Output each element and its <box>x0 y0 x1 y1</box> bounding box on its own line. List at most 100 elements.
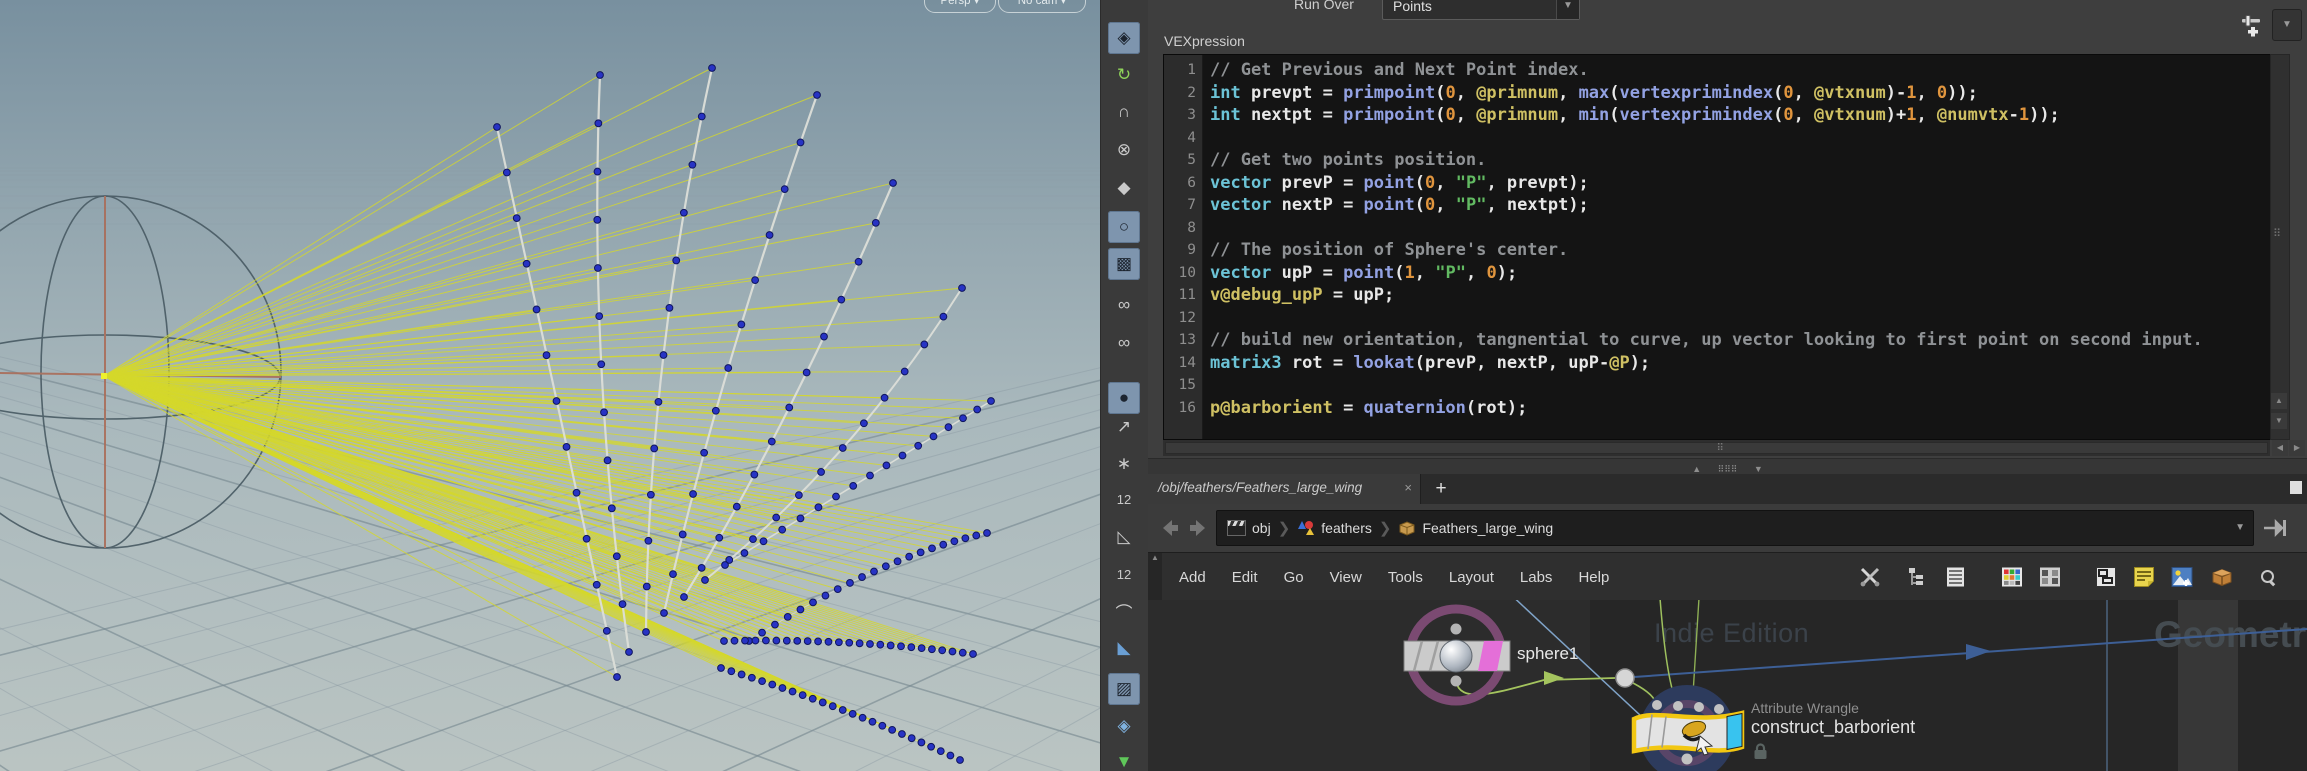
code-line[interactable]: 5// Get two points position. <box>1164 149 2271 172</box>
view-layout-icon[interactable]: ◈ <box>1108 22 1140 54</box>
no-lights-icon[interactable]: ⊗ <box>1108 134 1140 166</box>
code-line[interactable]: 6vector prevP = point(0, "P", prevpt); <box>1164 172 2271 195</box>
sphere1-node-label[interactable]: sphere1 <box>1517 644 1578 664</box>
point-markers-icon[interactable]: ∗ <box>1108 448 1140 480</box>
code-line[interactable]: 12 <box>1164 307 2271 330</box>
point-normals-icon[interactable]: ↗ <box>1108 411 1140 443</box>
code-line[interactable]: 15 <box>1164 374 2271 397</box>
stereo-review-icon[interactable]: ∞ <box>1108 327 1140 359</box>
palette-icon[interactable] <box>2000 566 2024 588</box>
code-line[interactable]: 11v@debug_upP = upP; <box>1164 284 2271 307</box>
forward-button[interactable] <box>1186 516 1210 540</box>
headlight-icon[interactable]: ◆ <box>1108 172 1140 204</box>
code-line[interactable]: 8 <box>1164 217 2271 240</box>
network-path-tab[interactable]: /obj/feathers/Feathers_large_wing × <box>1148 474 1421 504</box>
scroll-right-button[interactable]: ▶ <box>2289 440 2305 456</box>
code-line[interactable]: 16p@barborient = quaternion(rot); <box>1164 397 2271 420</box>
code-line[interactable]: 13// build new orientation, tangnential … <box>1164 329 2271 352</box>
divider-up-icon[interactable]: ▲ <box>1692 464 1701 474</box>
chevron-down-icon[interactable]: ▼ <box>1556 0 1579 19</box>
menu-item-labs[interactable]: Labs <box>1507 569 1566 586</box>
sticky-note-icon[interactable] <box>2132 566 2156 588</box>
code-vertical-scrollbar[interactable]: ⠿ ▲ ▼ <box>2270 54 2290 440</box>
menu-item-edit[interactable]: Edit <box>1219 569 1271 586</box>
back-button[interactable] <box>1158 516 1182 540</box>
prim-numbers-icon[interactable]: 12 <box>1108 558 1140 590</box>
menu-item-add[interactable]: Add <box>1166 569 1219 586</box>
node-input-dot[interactable] <box>1451 624 1462 635</box>
hull-display-icon[interactable]: ⌒ <box>1108 595 1140 627</box>
search-icon[interactable] <box>2260 569 2284 591</box>
node-input-dot[interactable] <box>1694 702 1704 712</box>
menu-item-help[interactable]: Help <box>1565 569 1622 586</box>
code-line[interactable]: 9// The position of Sphere's center. <box>1164 239 2271 262</box>
vexpression-code-editor[interactable]: 1// Get Previous and Next Point index.2i… <box>1163 54 2272 440</box>
point-numbers-icon[interactable]: 12 <box>1108 483 1140 515</box>
breadcrumb-field[interactable]: obj❯feathers❯Feathers_large_wing ▼ <box>1216 510 2254 546</box>
tree-view-icon[interactable] <box>1906 566 1930 588</box>
code-line[interactable]: 10vector upP = point(1, "P", 0); <box>1164 262 2271 285</box>
new-tab-button[interactable]: + <box>1430 478 1452 500</box>
tools-icon[interactable] <box>1858 566 1882 588</box>
scroll-up-button[interactable]: ▲ <box>2271 393 2287 409</box>
shade-mode-icon[interactable]: ▩ <box>1108 248 1140 280</box>
divider-grip-icon[interactable]: ⠿⠿⠿ <box>1718 464 1738 474</box>
run-over-select[interactable]: Points ▼ <box>1382 0 1580 20</box>
code-line[interactable]: 2int prevpt = primpoint(0, @primnum, max… <box>1164 82 2271 105</box>
menu-item-go[interactable]: Go <box>1271 569 1317 586</box>
code-line[interactable]: 3int nextpt = primpoint(0, @primnum, min… <box>1164 104 2271 127</box>
node-output-dot[interactable] <box>1451 676 1462 687</box>
snap-transform-icon[interactable]: ↻ <box>1108 59 1140 91</box>
point-display-icon[interactable]: ● <box>1108 382 1140 414</box>
menu-item-view[interactable]: View <box>1317 569 1375 586</box>
scene-viewport[interactable]: Persp ▾ No cam ▾ <box>0 0 1100 771</box>
node-sphere1[interactable] <box>1404 609 1510 701</box>
list-view-icon[interactable] <box>1944 566 1968 588</box>
template-display-icon[interactable]: ▨ <box>1108 673 1140 705</box>
menu-item-tools[interactable]: Tools <box>1375 569 1436 586</box>
uv-overlay-icon[interactable]: ◈ <box>1108 710 1140 742</box>
camera-select-button[interactable]: No cam ▾ <box>998 0 1086 13</box>
node-input-dot[interactable] <box>1673 701 1683 711</box>
menu-item-layout[interactable]: Layout <box>1436 569 1507 586</box>
persp-view-button[interactable]: Persp ▾ <box>924 0 996 13</box>
wrangle-node-label[interactable]: construct_barborient <box>1751 717 1915 738</box>
hscroll-thumb[interactable]: ⠿ <box>1165 442 2268 454</box>
lock-camera-icon[interactable]: ∩ <box>1108 96 1140 128</box>
pin-path-icon[interactable] <box>2262 516 2288 540</box>
prim-normals-icon[interactable]: ◺ <box>1108 521 1140 553</box>
path-dropdown-icon[interactable]: ▼ <box>2235 522 2245 533</box>
bundle-box-icon[interactable] <box>2210 566 2234 588</box>
dependency-icon[interactable] <box>2038 566 2062 588</box>
collapse-menu-icon[interactable]: ▲ <box>1148 553 1162 601</box>
breadcrumb-item-Feathers_large_wing[interactable]: Feathers_large_wing <box>1398 511 1553 545</box>
prim-hull-icon[interactable]: ◣ <box>1108 632 1140 664</box>
code-horizontal-scrollbar[interactable]: ⠿ <box>1163 440 2270 456</box>
normal-lights-icon[interactable]: ○ <box>1108 211 1140 243</box>
network-editor[interactable]: Indie Edition Geometry <box>1148 600 2307 771</box>
code-line[interactable]: 7vector nextP = point(0, "P", nextpt); <box>1164 194 2271 217</box>
wire-green-top2[interactable] <box>1693 600 1699 694</box>
scroll-left-button[interactable]: ◀ <box>2272 440 2288 456</box>
breadcrumb-item-feathers[interactable]: feathers❯ <box>1297 511 1398 545</box>
vexpression-menu-button[interactable]: ▼ <box>2272 9 2302 41</box>
code-line[interactable]: 1// Get Previous and Next Point index. <box>1164 59 2271 82</box>
add-spare-parameters-icon[interactable] <box>2240 12 2266 38</box>
divider-down-icon[interactable]: ▼ <box>1754 464 1763 474</box>
stereo-glasses-icon[interactable]: ∞ <box>1108 289 1140 321</box>
breadcrumb-item-obj[interactable]: obj❯ <box>1227 511 1297 545</box>
network-dot-node[interactable] <box>1616 669 1634 687</box>
display-options-icon[interactable] <box>2094 566 2118 588</box>
background-image-icon[interactable] <box>2170 566 2194 588</box>
node-construct-barborient[interactable] <box>1634 685 1742 771</box>
code-line[interactable]: 4 <box>1164 127 2271 150</box>
tab-close-icon[interactable]: × <box>1404 480 1412 495</box>
tab-options-icon[interactable] <box>2290 481 2302 494</box>
code-text: // build new orientation, tangnential to… <box>1210 329 2203 352</box>
node-output-dot[interactable] <box>1682 754 1693 765</box>
code-line[interactable]: 14matrix3 rot = lookat(prevP, nextP, upP… <box>1164 352 2271 375</box>
cloth-display-icon[interactable]: ▼ <box>1108 746 1140 771</box>
node-input-dot[interactable] <box>1652 700 1662 710</box>
node-input-dot[interactable] <box>1714 704 1724 714</box>
scroll-down-button[interactable]: ▼ <box>2271 413 2287 429</box>
